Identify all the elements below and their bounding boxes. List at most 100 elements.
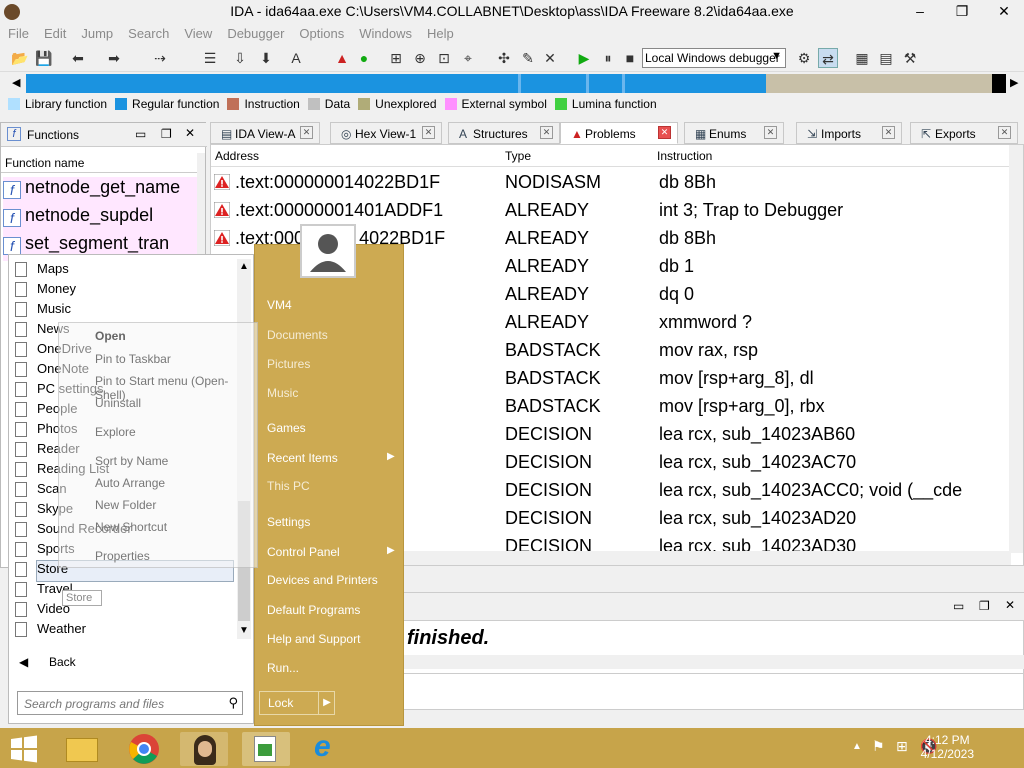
- debug-options-icon[interactable]: ⚙: [794, 48, 814, 68]
- games-item[interactable]: Games: [267, 421, 306, 435]
- open-icon[interactable]: 📂: [10, 48, 30, 68]
- cross-icon[interactable]: ✕: [540, 48, 560, 68]
- function-row[interactable]: f netnode_get_name: [3, 177, 199, 205]
- help-support-item[interactable]: Help and Support: [267, 632, 360, 646]
- node-icon[interactable]: ✣: [494, 48, 514, 68]
- pictures-item[interactable]: Pictures: [267, 357, 310, 371]
- save-icon[interactable]: 💾: [34, 48, 54, 68]
- tab-enums[interactable]: ▦ Enums ✕: [684, 122, 784, 144]
- warning-icon[interactable]: ▲: [332, 48, 352, 68]
- vertical-scrollbar[interactable]: [1009, 145, 1023, 553]
- show-hidden-icons[interactable]: ▲: [852, 741, 862, 752]
- text-icon[interactable]: A: [286, 48, 306, 68]
- tab-exports[interactable]: ⇱ Exports ✕: [910, 122, 1018, 144]
- ctx-properties[interactable]: Properties: [95, 549, 150, 563]
- play-icon[interactable]: ▶: [574, 48, 594, 68]
- hint-icon[interactable]: ▤: [876, 48, 896, 68]
- type-column-header[interactable]: Type: [505, 149, 531, 163]
- this-pc-item[interactable]: This PC: [267, 479, 310, 493]
- stop-icon[interactable]: ■: [620, 48, 640, 68]
- devices-printers-item[interactable]: Devices and Printers: [267, 573, 378, 587]
- function-row[interactable]: f netnode_supdel: [3, 205, 199, 233]
- menu-windows[interactable]: Windows: [351, 24, 419, 41]
- close-icon[interactable]: ✕: [998, 126, 1011, 139]
- default-programs-item[interactable]: Default Programs: [267, 603, 360, 617]
- program-weather[interactable]: Weather: [15, 621, 86, 641]
- nav-right-arrow-icon[interactable]: ▶: [1010, 76, 1018, 89]
- forward-arrow-icon[interactable]: ➡: [104, 48, 124, 68]
- recent-items-item[interactable]: Recent Items: [267, 451, 338, 465]
- documents-item[interactable]: Documents: [267, 328, 328, 342]
- navigation-band[interactable]: [26, 74, 1006, 93]
- close-button[interactable]: ✕: [984, 0, 1024, 22]
- back-arrow-icon[interactable]: ⬅: [68, 48, 88, 68]
- ctx-new-folder[interactable]: New Folder: [95, 498, 156, 512]
- back-button[interactable]: Back: [49, 655, 76, 669]
- link-icon[interactable]: ⌖: [458, 48, 478, 68]
- maximize-button[interactable]: ❐: [942, 0, 982, 22]
- close-icon[interactable]: ✕: [882, 126, 895, 139]
- function-name-column-header[interactable]: Function name: [1, 153, 201, 173]
- user-avatar[interactable]: [300, 224, 356, 278]
- close-icon[interactable]: ✕: [300, 126, 313, 139]
- ctx-sort-by-name[interactable]: Sort by Name: [95, 454, 168, 468]
- debugger-select[interactable]: Local Windows debugger ▼: [642, 48, 786, 68]
- output-hscroll[interactable]: [401, 655, 1024, 669]
- chrome-icon[interactable]: [120, 732, 168, 766]
- start-button[interactable]: [2, 732, 46, 766]
- ctx-uninstall[interactable]: Uninstall: [95, 396, 141, 410]
- tab-problems[interactable]: ▲ Problems ✕: [560, 122, 678, 144]
- clock[interactable]: 4:12 PM 4/12/2023: [921, 733, 974, 761]
- lock-button[interactable]: Lock ▶: [259, 691, 335, 715]
- close-icon[interactable]: ✕: [764, 126, 777, 139]
- edit-icon[interactable]: ✎: [518, 48, 538, 68]
- close-icon[interactable]: ✕: [1005, 598, 1015, 612]
- list-icon[interactable]: ☰: [200, 48, 220, 68]
- instruction-column-header[interactable]: Instruction: [657, 149, 712, 163]
- struct-icon[interactable]: ⊡: [434, 48, 454, 68]
- ctx-pin-taskbar[interactable]: Pin to Taskbar: [95, 352, 171, 366]
- jump-icon[interactable]: ⇢: [150, 48, 170, 68]
- control-panel-item[interactable]: Control Panel: [267, 545, 340, 559]
- segment-icon[interactable]: ⊞: [386, 48, 406, 68]
- command-line[interactable]: [401, 673, 1024, 703]
- user-name[interactable]: VM4: [267, 298, 292, 312]
- menu-help[interactable]: Help: [419, 24, 461, 41]
- add-icon[interactable]: ⊕: [410, 48, 430, 68]
- ida-taskbar-icon[interactable]: [180, 732, 228, 766]
- attach-icon[interactable]: ⇄: [818, 48, 838, 68]
- back-arrow-icon[interactable]: ◀: [19, 655, 28, 669]
- tab-structures[interactable]: A Structures ✕: [448, 122, 560, 144]
- address-column-header[interactable]: Address: [215, 149, 259, 163]
- program-maps[interactable]: Maps: [15, 261, 69, 281]
- tools-icon[interactable]: ⚒: [900, 48, 920, 68]
- ctx-auto-arrange[interactable]: Auto Arrange: [95, 476, 165, 490]
- pause-icon[interactable]: ⏸: [598, 48, 618, 68]
- close-icon[interactable]: ✕: [658, 126, 671, 139]
- menu-search[interactable]: Search: [120, 24, 176, 41]
- search-icon[interactable]: ⚲: [228, 695, 238, 711]
- tab-imports[interactable]: ⇲ Imports ✕: [796, 122, 902, 144]
- down-icon[interactable]: ⇩: [230, 48, 250, 68]
- green-dot-icon[interactable]: ●: [354, 48, 374, 68]
- menu-options[interactable]: Options: [291, 24, 351, 41]
- network-icon[interactable]: ⊞: [896, 738, 908, 755]
- tab-ida-view-a[interactable]: ▤ IDA View-A ✕: [210, 122, 320, 144]
- table-row[interactable]: .text:00000001401ADDF1 ALREADY int 3; Trap…: [211, 197, 1011, 225]
- float-icon[interactable]: ❐: [161, 127, 172, 141]
- music-item[interactable]: Music: [267, 386, 298, 400]
- close-icon[interactable]: ✕: [185, 126, 195, 140]
- menu-view[interactable]: View: [176, 24, 219, 41]
- ctx-open[interactable]: Open: [95, 329, 126, 343]
- ctx-explore[interactable]: Explore: [95, 425, 136, 439]
- down-arrow-icon[interactable]: ⬇: [256, 48, 276, 68]
- run-item[interactable]: Run...: [267, 661, 299, 675]
- table-row[interactable]: .text:000000014022BD1F NODISASM db 8Bh: [211, 169, 1011, 197]
- program-music[interactable]: Music: [15, 301, 71, 321]
- chevron-right-icon[interactable]: ▶: [318, 692, 335, 714]
- tab-hex-view-1[interactable]: ◎ Hex View-1 ✕: [330, 122, 442, 144]
- restore-icon[interactable]: ▭: [135, 127, 146, 141]
- menu-file[interactable]: File: [0, 24, 36, 41]
- menu-jump[interactable]: Jump: [73, 24, 120, 41]
- close-icon[interactable]: ✕: [540, 126, 553, 139]
